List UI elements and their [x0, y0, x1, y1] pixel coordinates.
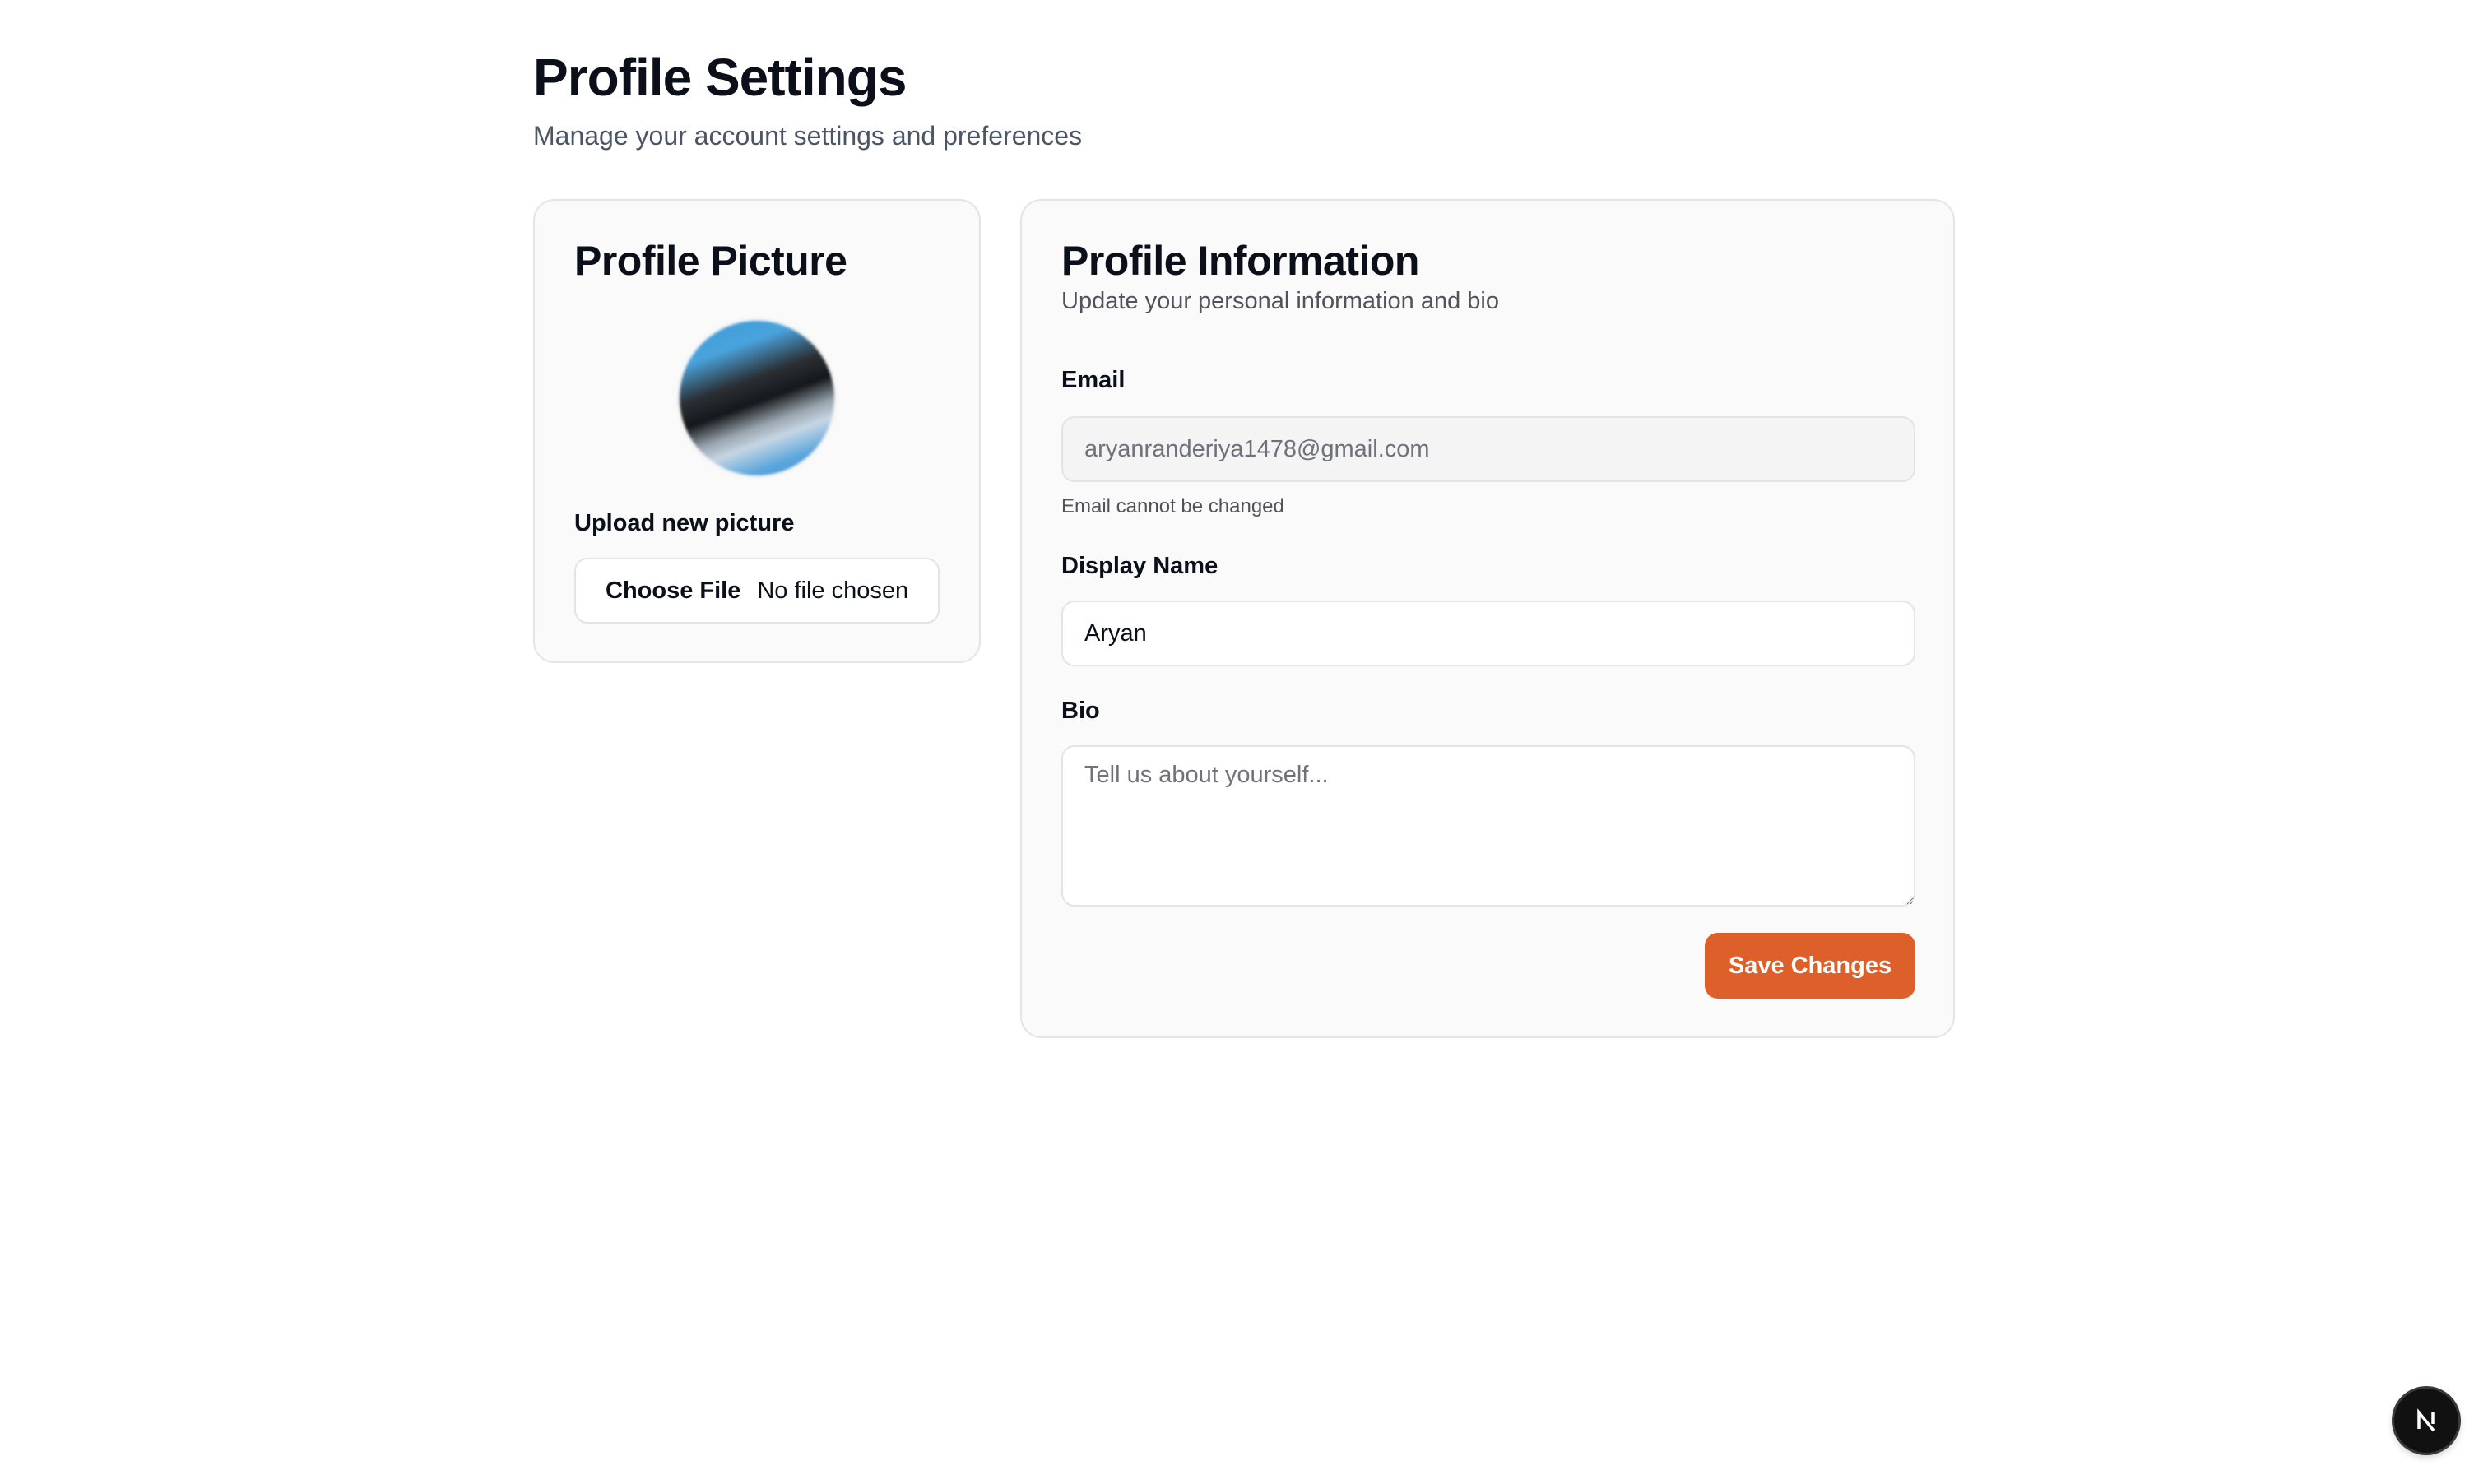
save-changes-button[interactable]: Save Changes	[1705, 933, 1915, 999]
profile-information-card: Profile Information Update your personal…	[1020, 199, 1955, 1038]
nextjs-dev-badge[interactable]	[2394, 1389, 2458, 1453]
page-subtitle: Manage your account settings and prefere…	[533, 121, 1083, 151]
choose-file-button[interactable]: Choose File	[606, 577, 740, 605]
profile-settings-page: Profile Settings Manage your account set…	[0, 0, 2488, 1484]
display-name-label: Display Name	[1061, 553, 1218, 579]
profile-information-description: Update your personal information and bio	[1061, 288, 1499, 314]
file-status-text: No file chosen	[757, 577, 909, 604]
page-header: Profile Settings Manage your account set…	[533, 43, 1082, 153]
nextjs-logo-icon	[2417, 1408, 2435, 1432]
upload-picture-label: Upload new picture	[574, 510, 795, 536]
file-upload-input[interactable]: Choose File No file chosen	[574, 558, 940, 624]
page-title: Profile Settings	[533, 48, 907, 107]
profile-information-title: Profile Information	[1061, 238, 1419, 284]
bio-field[interactable]	[1061, 745, 1915, 907]
profile-picture-card: Profile Picture Upload new picture Choos…	[533, 199, 981, 663]
email-label: Email	[1061, 367, 1126, 393]
email-hint: Email cannot be changed	[1061, 495, 1284, 517]
avatar	[680, 321, 834, 475]
bio-label: Bio	[1061, 698, 1100, 724]
display-name-field[interactable]	[1061, 601, 1915, 666]
email-field[interactable]	[1061, 416, 1915, 482]
profile-picture-title: Profile Picture	[574, 238, 847, 284]
